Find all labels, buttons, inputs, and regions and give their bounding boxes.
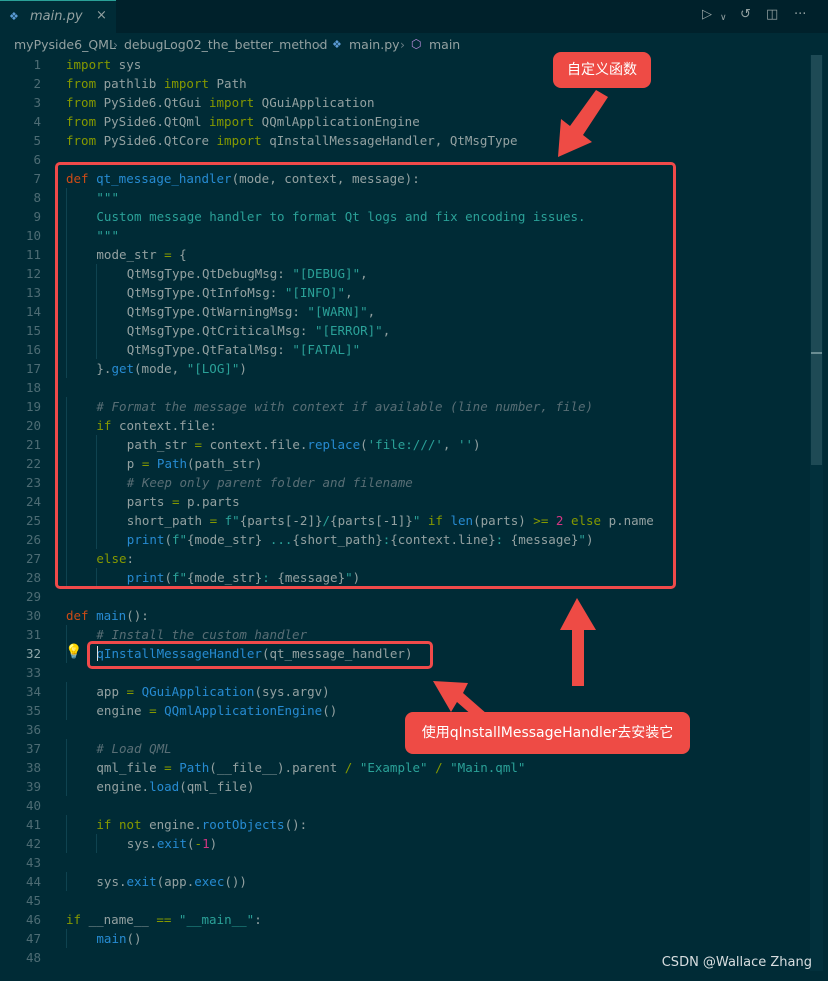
callout-custom-function: 自定义函数	[553, 52, 651, 88]
annotation-arrows	[433, 90, 608, 723]
scrollbar-thumb[interactable]	[811, 55, 822, 465]
arrow-up-to-function-box	[560, 598, 596, 686]
watermark: CSDN @Wallace Zhang	[661, 955, 812, 970]
arrow-to-function-box	[558, 90, 608, 157]
callout-install-handler: 使用qInstallMessageHandler去安装它	[405, 712, 690, 754]
scrollbar-cursor-marker	[811, 352, 822, 354]
